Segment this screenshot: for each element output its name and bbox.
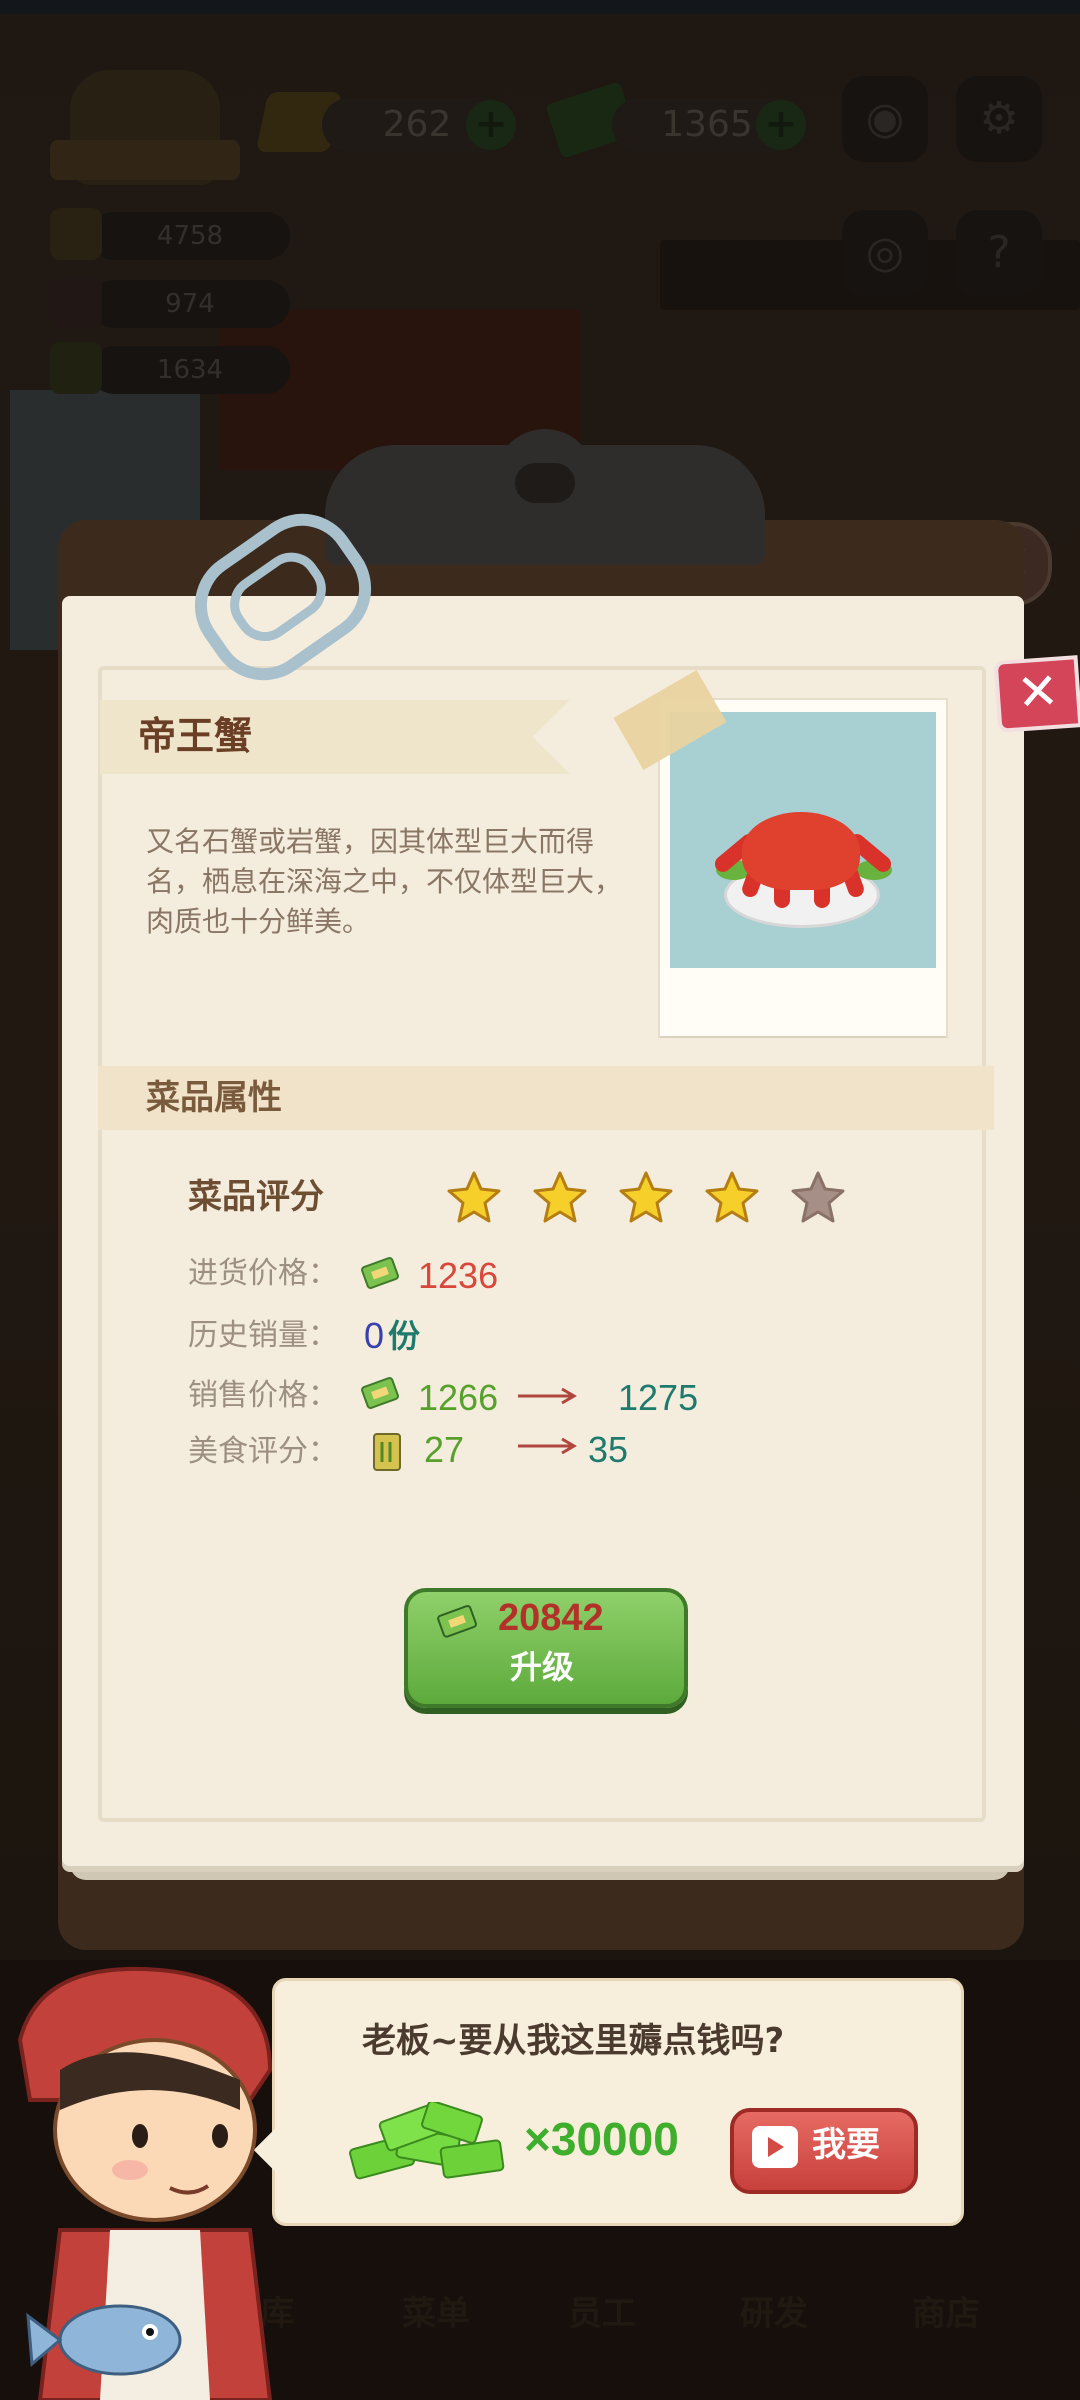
- sale-price-next: 1275: [618, 1377, 699, 1418]
- score-ticket-icon: [373, 1433, 401, 1471]
- chef-character: [17, 1966, 273, 2400]
- star-filled-icon: [446, 1170, 502, 1224]
- star-empty-icon: [790, 1170, 846, 1224]
- clipboard-clip: [325, 429, 765, 565]
- star-filled-icon: [532, 1170, 588, 1224]
- arrow-right-icon: [518, 1437, 577, 1455]
- king-crab-image: [670, 712, 936, 968]
- section-title: 菜品属性: [146, 1078, 282, 1118]
- cash-pile-icon: [349, 2102, 505, 2180]
- dish-name: 帝王蟹: [138, 714, 253, 758]
- upgrade-cost: 20842: [498, 1597, 604, 1639]
- cash-icon: [437, 1605, 477, 1638]
- offer-reward: ×30000: [524, 2113, 679, 2165]
- close-button[interactable]: ✕: [993, 655, 1080, 733]
- arrow-right-icon: [518, 1387, 577, 1405]
- cash-icon: [361, 1257, 399, 1289]
- sale-price-current: 1266: [418, 1377, 499, 1418]
- upgrade-label: 升级: [509, 1648, 574, 1686]
- watch-ad-label: 我要: [812, 2125, 880, 2165]
- star-filled-icon: [704, 1170, 760, 1224]
- food-score-next: 35: [588, 1429, 629, 1470]
- video-play-icon: [752, 2126, 798, 2168]
- cash-icon: [361, 1377, 399, 1409]
- star-filled-icon: [618, 1170, 674, 1224]
- rating-label: 菜品评分: [188, 1177, 324, 1217]
- dish-description: 又名石蟹或岩蟹，因其体型巨大而得名，栖息在深海之中，不仅体型巨大，肉质也十分鲜美…: [146, 825, 623, 938]
- food-score-current: 27: [424, 1429, 465, 1470]
- sale-price-label: 销售价格：: [188, 1378, 338, 1413]
- sales-history-label: 历史销量：: [188, 1318, 338, 1353]
- dish-photo: [660, 700, 946, 1036]
- offer-message: 老板~要从我这里薅点钱吗?: [362, 2021, 785, 2061]
- sales-history-unit: 份: [388, 1317, 421, 1355]
- sales-history-count: 0: [364, 1315, 385, 1356]
- close-icon: ✕: [1014, 661, 1061, 723]
- food-score-label: 美食评分：: [188, 1434, 338, 1469]
- purchase-price-value: 1236: [418, 1255, 499, 1296]
- purchase-price-label: 进货价格：: [188, 1256, 338, 1291]
